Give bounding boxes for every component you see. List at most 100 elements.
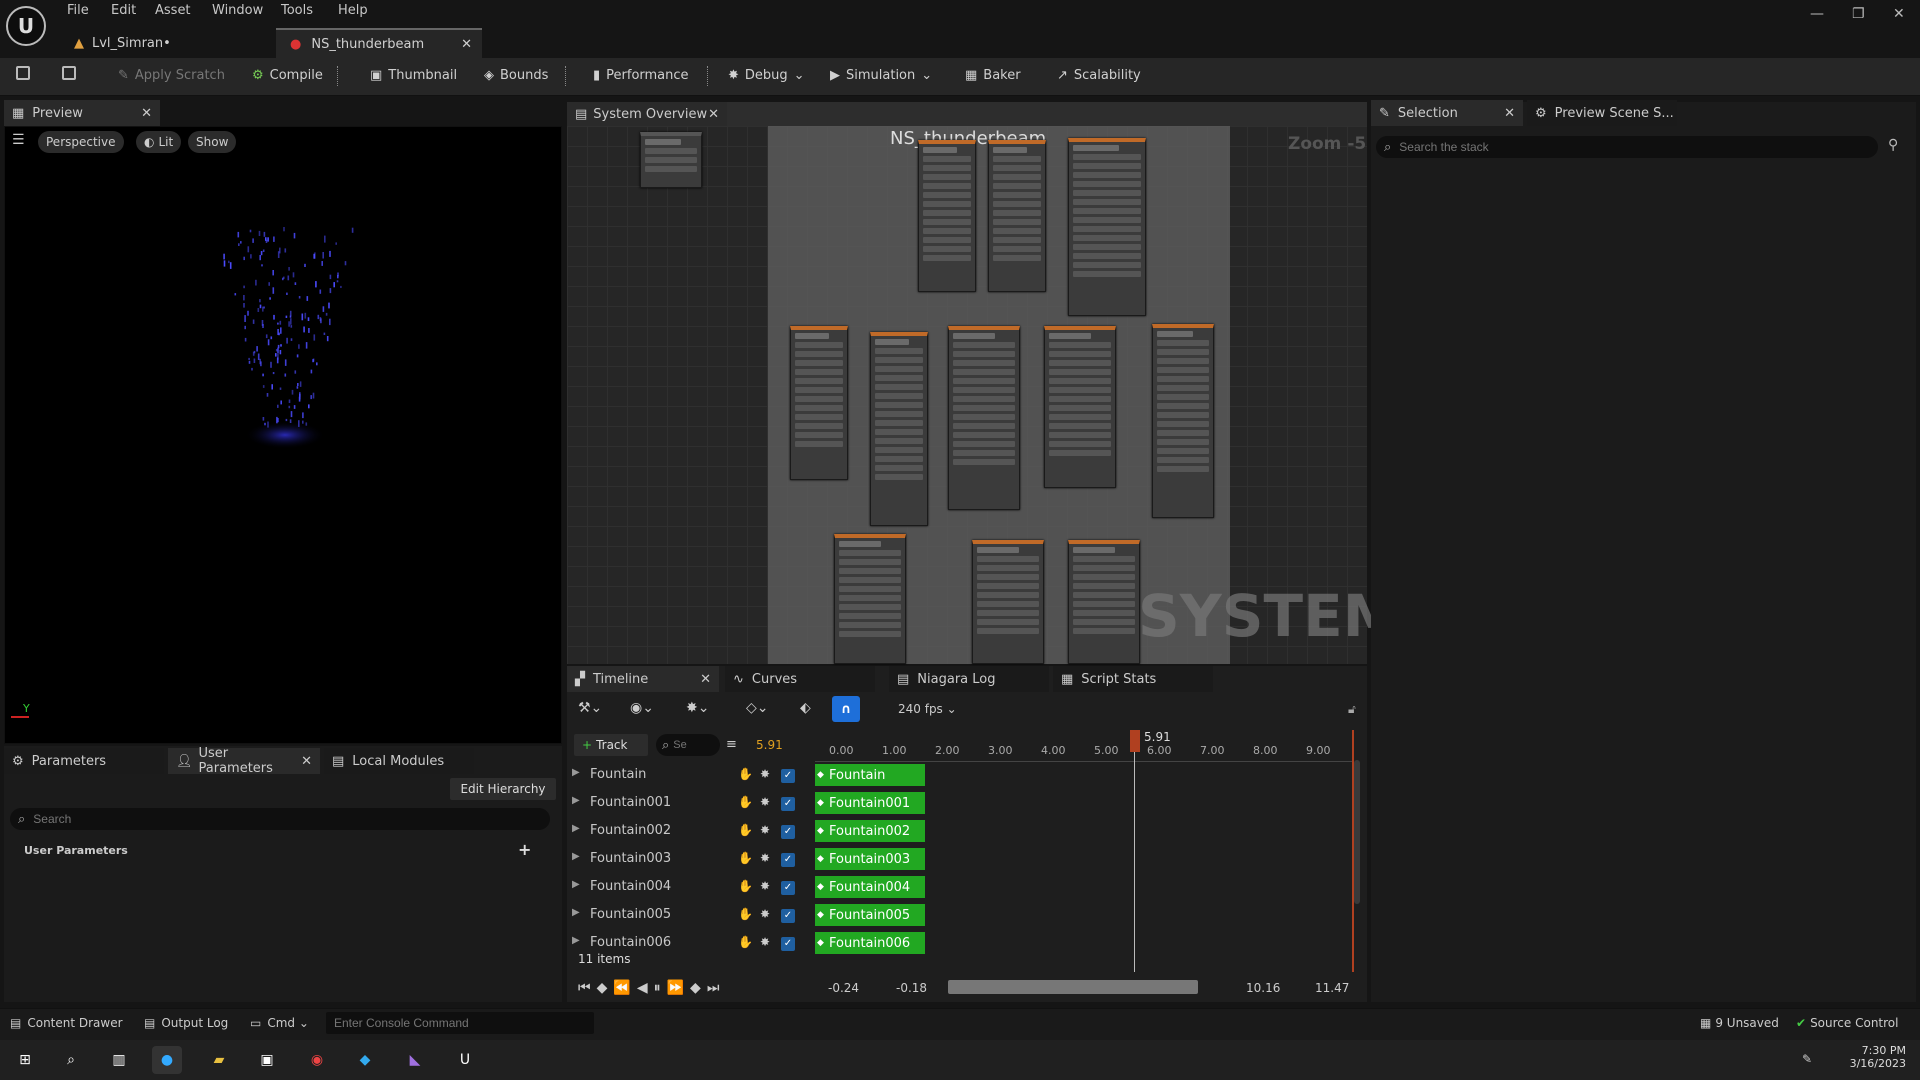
enable-checkbox[interactable]: ✓ bbox=[781, 937, 795, 951]
menu-help[interactable]: Help bbox=[338, 3, 368, 18]
next-key-icon[interactable]: ◆ bbox=[690, 980, 707, 996]
emitter-node-fountain[interactable] bbox=[790, 326, 848, 480]
simulation-dropdown[interactable]: ▶ Simulation ⌄ bbox=[830, 68, 932, 83]
enable-checkbox[interactable]: ✓ bbox=[781, 769, 795, 783]
lock-icon[interactable]: 🔓︎ bbox=[1348, 702, 1356, 717]
unsaved-button[interactable]: ▦ 9 Unsaved bbox=[1700, 1016, 1779, 1030]
enable-checkbox[interactable]: ✓ bbox=[781, 853, 795, 867]
filter-icon[interactable]: ≡ bbox=[726, 737, 737, 752]
unreal-engine-icon[interactable]: U bbox=[450, 1046, 480, 1074]
range-start[interactable]: -0.24 bbox=[828, 981, 859, 995]
emitter-node-fountain004[interactable] bbox=[1152, 324, 1214, 518]
menu-edit[interactable]: Edit bbox=[111, 3, 136, 18]
step-forward-icon[interactable]: ⏩ bbox=[667, 980, 690, 996]
play-reverse-icon[interactable]: ◀ bbox=[637, 980, 654, 996]
close-tab-icon[interactable]: ✕ bbox=[301, 754, 312, 769]
debug-dropdown[interactable]: ✸ Debug ⌄ bbox=[728, 68, 805, 83]
sim-target-icon[interactable]: ✸ bbox=[760, 879, 770, 893]
enable-checkbox[interactable]: ✓ bbox=[781, 797, 795, 811]
expand-icon[interactable]: ▶ bbox=[572, 935, 580, 946]
unreal-logo-icon[interactable]: U bbox=[6, 6, 46, 46]
menu-asset[interactable]: Asset bbox=[155, 3, 191, 18]
console-command-input[interactable] bbox=[326, 1012, 586, 1034]
preview-viewport[interactable]: Y bbox=[4, 126, 562, 744]
isolate-icon[interactable]: ✋ bbox=[738, 823, 753, 837]
taskbar-clock[interactable]: 7:30 PM 3/16/2023 bbox=[1830, 1044, 1906, 1070]
minimize-icon[interactable]: — bbox=[1810, 6, 1824, 22]
range-in[interactable]: -0.18 bbox=[896, 981, 927, 995]
snap-toggle-icon[interactable]: ∩ bbox=[832, 696, 860, 722]
isolate-icon[interactable]: ✋ bbox=[738, 851, 753, 865]
sim-target-icon[interactable]: ✸ bbox=[760, 907, 770, 921]
output-log-button[interactable]: ▤ Output Log bbox=[144, 1016, 228, 1030]
isolate-icon[interactable]: ✋ bbox=[738, 879, 753, 893]
playback-options-icon[interactable]: ✸⌄ bbox=[686, 700, 709, 716]
emitter-node[interactable] bbox=[1068, 138, 1146, 316]
track-row[interactable]: ▶ Fountain001 ✋ ✸ ✓ bbox=[570, 792, 814, 816]
enable-checkbox[interactable]: ✓ bbox=[781, 881, 795, 895]
track-row[interactable]: ▶ Fountain004 ✋ ✸ ✓ bbox=[570, 876, 814, 900]
search-icon[interactable]: ⌕ bbox=[56, 1046, 86, 1074]
close-window-icon[interactable]: ✕ bbox=[1893, 6, 1905, 22]
add-track-button[interactable]: + Track bbox=[574, 734, 648, 756]
range-scrubber[interactable] bbox=[948, 980, 1198, 994]
params-search-input[interactable] bbox=[33, 812, 514, 826]
emitter-node-fountain003[interactable] bbox=[1044, 326, 1116, 488]
task-view-icon[interactable]: ▥ bbox=[104, 1046, 134, 1074]
track-bar[interactable]: ◆ Fountain bbox=[815, 764, 925, 786]
expand-icon[interactable]: ▶ bbox=[572, 823, 580, 834]
sim-target-icon[interactable]: ✸ bbox=[760, 767, 770, 781]
isolate-icon[interactable]: ✋ bbox=[738, 907, 753, 921]
tab-user-parameters[interactable]: 👤︎ User Parameters ✕ bbox=[168, 746, 320, 776]
restore-icon[interactable]: ❐ bbox=[1852, 6, 1865, 22]
tab-timeline[interactable]: ▞ Timeline ✕ bbox=[567, 666, 719, 692]
sim-target-icon[interactable]: ✸ bbox=[760, 795, 770, 809]
emitter-node-fountain001[interactable] bbox=[870, 332, 928, 526]
track-row[interactable]: ▶ Fountain005 ✋ ✸ ✓ bbox=[570, 904, 814, 928]
chrome-icon[interactable]: ◉ bbox=[302, 1046, 332, 1074]
playhead-handle[interactable] bbox=[1130, 730, 1140, 752]
app-icon[interactable]: ◆ bbox=[350, 1046, 380, 1074]
expand-icon[interactable]: ▶ bbox=[572, 851, 580, 862]
perspective-button[interactable]: Perspective bbox=[38, 131, 124, 153]
windows-start-icon[interactable]: ⊞ bbox=[10, 1046, 40, 1074]
close-tab-icon[interactable]: ✕ bbox=[700, 672, 711, 687]
fps-dropdown[interactable]: 240 fps ⌄ bbox=[898, 702, 957, 716]
tab-selection[interactable]: ✎ Selection ✕ bbox=[1371, 100, 1523, 126]
tab-curves[interactable]: ∿ Curves bbox=[725, 666, 875, 692]
menu-tools[interactable]: Tools bbox=[281, 3, 313, 18]
menu-window[interactable]: Window bbox=[212, 3, 263, 18]
performance-button[interactable]: ▮ Performance bbox=[593, 68, 689, 83]
show-button[interactable]: Show bbox=[188, 131, 237, 153]
jump-to-start-icon[interactable]: ⏮ bbox=[578, 980, 597, 996]
system-spawn-node[interactable] bbox=[640, 132, 702, 188]
tab-lvl-simran[interactable]: ▲ Lvl_Simran• bbox=[60, 28, 270, 58]
edge-browser-icon[interactable]: ● bbox=[152, 1046, 182, 1074]
isolate-icon[interactable]: ✋ bbox=[738, 767, 753, 781]
track-bar[interactable]: ◆ Fountain004 bbox=[815, 876, 925, 898]
thumbnail-button[interactable]: ▣ Thumbnail bbox=[370, 68, 457, 83]
track-search-input[interactable] bbox=[673, 739, 710, 751]
compile-button[interactable]: ⚙ Compile bbox=[252, 68, 323, 83]
tab-script-stats[interactable]: ▦ Script Stats bbox=[1053, 666, 1213, 692]
console-command-box[interactable] bbox=[326, 1012, 594, 1034]
edit-hierarchy-button[interactable]: Edit Hierarchy bbox=[450, 778, 556, 800]
current-time-field[interactable]: 5.91 bbox=[756, 738, 783, 752]
browse-icon[interactable] bbox=[62, 66, 76, 80]
time-ruler[interactable]: 0.00 1.00 2.00 3.00 4.00 5.00 6.00 7.00 8.00 9.00 bbox=[815, 734, 1353, 762]
track-row[interactable]: ▶ Fountain002 ✋ ✸ ✓ bbox=[570, 820, 814, 844]
cmd-dropdown[interactable]: ▭ Cmd ⌄ bbox=[250, 1016, 309, 1030]
sim-target-icon[interactable]: ✸ bbox=[760, 851, 770, 865]
key-options-icon[interactable]: ◇⌄ bbox=[746, 700, 769, 716]
enable-checkbox[interactable]: ✓ bbox=[781, 909, 795, 923]
range-end[interactable]: 11.47 bbox=[1315, 981, 1349, 995]
keyframe-tools-icon[interactable]: ⚒⌄ bbox=[578, 700, 602, 716]
apply-scratch-button[interactable]: ✎ Apply Scratch bbox=[118, 68, 225, 83]
track-bar[interactable]: ◆ Fountain001 bbox=[815, 792, 925, 814]
range-out[interactable]: 10.16 bbox=[1246, 981, 1280, 995]
pause-icon[interactable]: ⏸ bbox=[654, 980, 667, 996]
tab-niagara-log[interactable]: ▤ Niagara Log bbox=[889, 666, 1049, 692]
view-options-icon[interactable]: ◉⌄ bbox=[630, 700, 654, 716]
emitter-node[interactable] bbox=[918, 140, 976, 292]
tab-system-overview[interactable]: ▤ System Overview ✕ bbox=[567, 102, 727, 126]
